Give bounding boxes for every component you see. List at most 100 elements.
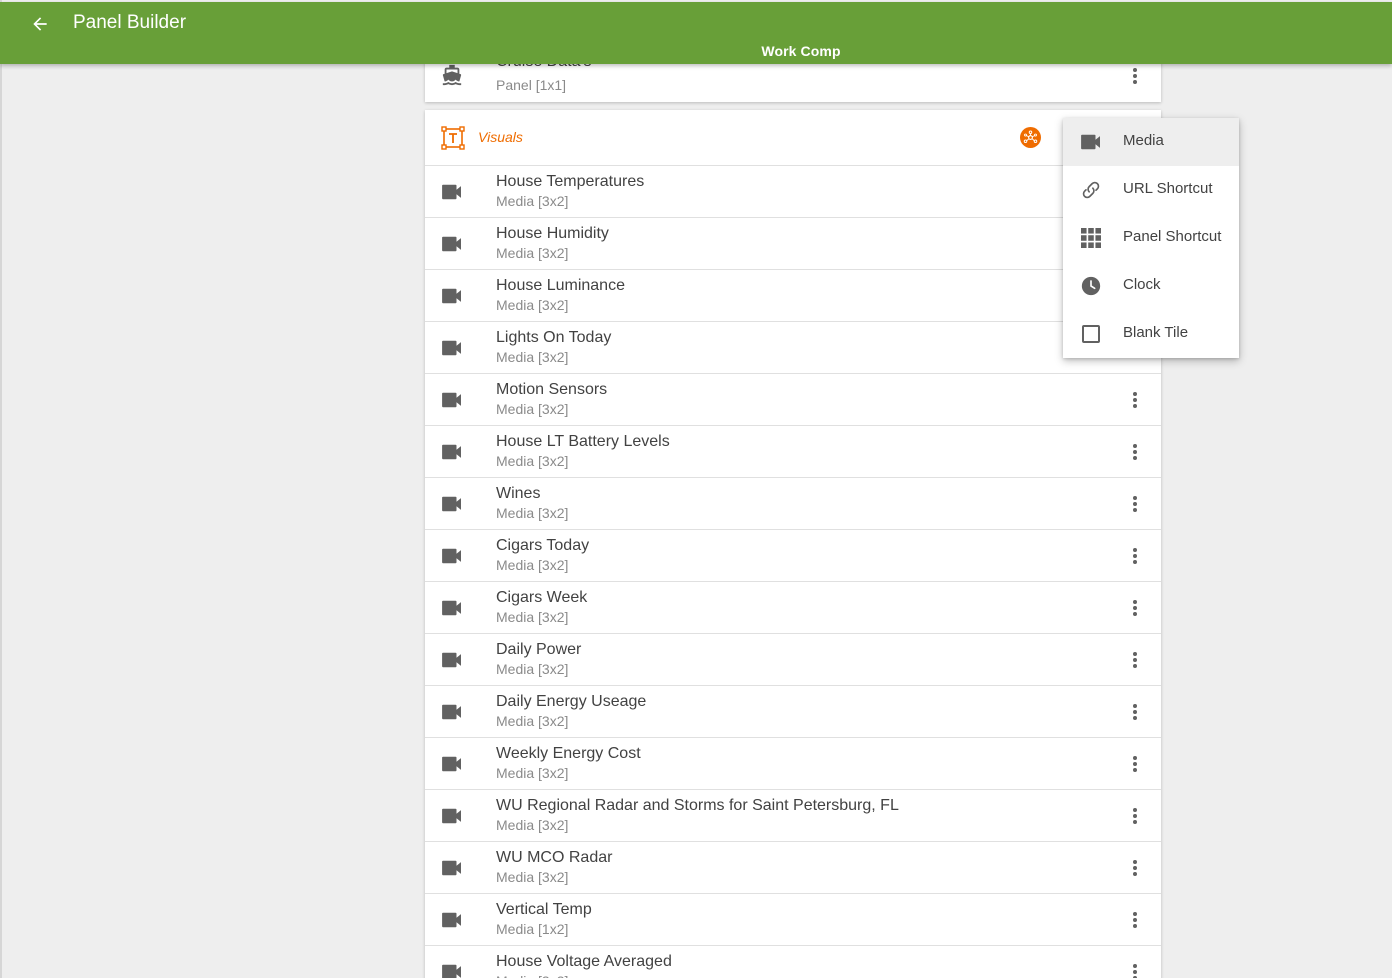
more-vert-icon [1133,652,1137,668]
text-frame-icon [441,126,465,150]
list-item-title: Weekly Energy Cost [496,745,641,762]
more-vert-button[interactable] [1123,440,1147,464]
list-item-title: House Luminance [496,277,625,294]
list-item-title: Vertical Temp [496,901,592,918]
videocam-icon [441,859,463,877]
section-settings-button[interactable] [1020,127,1041,148]
grid-icon [1079,227,1103,249]
list-item-title: Lights On Today [496,329,612,346]
videocam-icon [441,339,463,357]
list-item-title: Wines [496,485,541,502]
list-item[interactable]: Daily Power Media [3x2] [425,634,1161,686]
list-item-title: Daily Energy Useage [496,693,647,710]
list-item-subtitle: Media [3x2] [496,973,568,978]
list-item-subtitle: Media [3x2] [496,557,569,573]
videocam-icon [441,443,463,461]
menu-item-label: URL Shortcut [1123,180,1213,197]
ship-icon [441,64,463,86]
list-item[interactable]: WU MCO Radar Media [3x2] [425,842,1161,894]
add-tile-menu: Media URL Shortcut Panel Shortcut Clock … [1063,118,1239,358]
more-vert-button[interactable] [1123,752,1147,776]
videocam-icon [441,235,463,253]
more-vert-button[interactable] [1123,388,1147,412]
list-item-subtitle: Media [3x2] [496,713,569,729]
hub-icon [1023,130,1038,143]
more-vert-button[interactable] [1123,856,1147,880]
videocam-icon [441,599,463,617]
menu-item-label: Panel Shortcut [1123,228,1222,245]
list-item-subtitle: Media [3x2] [496,869,569,885]
more-vert-button[interactable] [1123,648,1147,672]
list-item[interactable]: Cigars Week Media [3x2] [425,582,1161,634]
list-item-title: Daily Power [496,641,582,658]
videocam-icon [441,807,463,825]
more-vert-button[interactable] [1123,544,1147,568]
videocam-icon [441,911,463,929]
list-item[interactable]: WU Regional Radar and Storms for Saint P… [425,790,1161,842]
more-vert-icon [1133,756,1137,772]
list-item-title: Cigars Today [496,537,590,554]
more-vert-icon [1133,600,1137,616]
menu-item-clock[interactable]: Clock [1063,262,1239,310]
videocam-icon [441,755,463,773]
list-item[interactable]: House LT Battery Levels Media [3x2] [425,426,1161,478]
section-title: Visuals [478,129,523,145]
list-item[interactable]: Cigars Today Media [3x2] [425,530,1161,582]
more-vert-button[interactable] [1123,492,1147,516]
back-button[interactable] [26,10,54,38]
videocam-icon [1079,131,1103,153]
more-vert-icon [1133,68,1137,84]
list-item-subtitle: Media [3x2] [496,401,569,417]
list-item-subtitle: Media [3x2] [496,817,569,833]
menu-item-panel-shortcut[interactable]: Panel Shortcut [1063,214,1239,262]
list-item[interactable]: House Temperatures Media [3x2] [425,166,1161,218]
list-item-subtitle: Media [3x2] [496,245,569,261]
arrow-back-icon [33,17,47,31]
list-item[interactable]: Motion Sensors Media [3x2] [425,374,1161,426]
list-item-title: House LT Battery Levels [496,433,670,450]
list-item[interactable]: Daily Energy Useage Media [3x2] [425,686,1161,738]
videocam-icon [441,547,463,565]
list-item-subtitle: Media [3x2] [496,349,569,365]
list-item[interactable]: House Voltage Averaged Media [3x2] [425,946,1161,978]
more-vert-icon [1133,808,1137,824]
videocam-icon [441,703,463,721]
list-item[interactable]: Lights On Today Media [3x2] [425,322,1161,374]
menu-item-label: Media [1123,132,1164,149]
clock-icon [1079,275,1103,297]
list-item-subtitle: Media [3x2] [496,661,569,677]
list-item-subtitle: Media [3x2] [496,193,569,209]
more-vert-icon [1133,964,1137,978]
more-vert-icon [1133,704,1137,720]
list-item[interactable]: Wines Media [3x2] [425,478,1161,530]
list-item-subtitle: Media [1x2] [496,921,569,937]
videocam-icon [441,495,463,513]
list-item[interactable]: House Luminance Media [3x2] [425,270,1161,322]
list-item-subtitle: Media [3x2] [496,609,569,625]
menu-item-url-shortcut[interactable]: URL Shortcut [1063,166,1239,214]
more-vert-button[interactable] [1123,64,1147,88]
more-vert-button[interactable] [1123,960,1147,978]
more-vert-icon [1133,444,1137,460]
app-header: Panel Builder Work Comp [0,2,1392,64]
list-item[interactable]: House Humidity Media [3x2] [425,218,1161,270]
list-item[interactable]: Weekly Energy Cost Media [3x2] [425,738,1161,790]
menu-item-label: Clock [1123,276,1161,293]
list-item-title: House Voltage Averaged [496,953,672,970]
more-vert-button[interactable] [1123,804,1147,828]
more-vert-button[interactable] [1123,908,1147,932]
more-vert-icon [1133,912,1137,928]
menu-item-media[interactable]: Media [1063,118,1239,166]
list-item-subtitle: Media [3x2] [496,765,569,781]
link-icon [1079,179,1103,201]
app-root: Panel Builder Work Comp Cruise Data's Pa… [0,0,1392,978]
list-item[interactable]: Vertical Temp Media [1x2] [425,894,1161,946]
more-vert-icon [1133,496,1137,512]
list-item-title: WU Regional Radar and Storms for Saint P… [496,797,899,814]
list-item-title: House Humidity [496,225,609,242]
more-vert-button[interactable] [1123,596,1147,620]
menu-item-blank-tile[interactable]: Blank Tile [1063,310,1239,358]
more-vert-button[interactable] [1123,700,1147,724]
list-item-title: WU MCO Radar [496,849,613,866]
list-item-title: House Temperatures [496,173,645,190]
